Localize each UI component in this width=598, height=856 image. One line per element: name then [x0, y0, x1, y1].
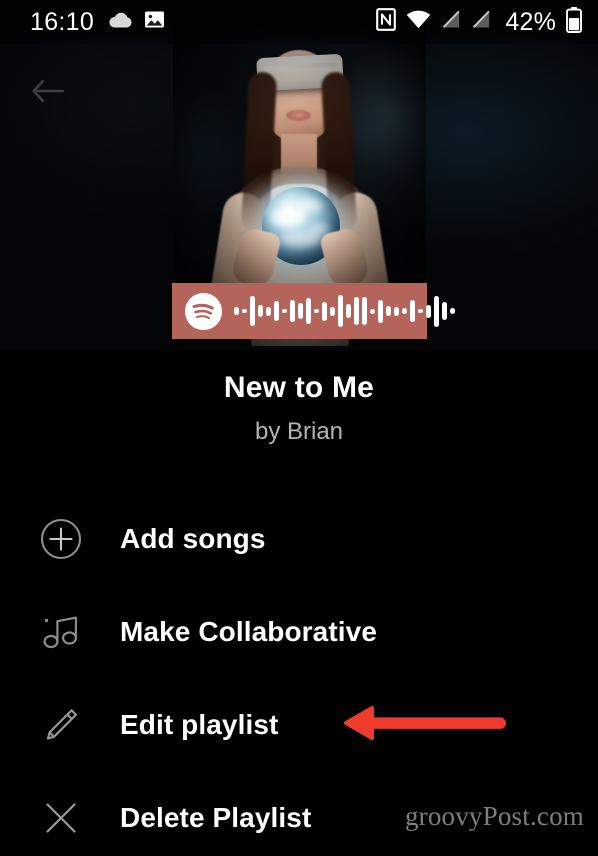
- wifi-icon: [406, 10, 431, 34]
- spotify-code-bar: [330, 306, 335, 316]
- spotify-code-bar: [426, 304, 431, 318]
- menu-item-label: Make Collaborative: [120, 615, 377, 647]
- spotify-code-bar: [290, 300, 295, 322]
- spotify-code-bar: [282, 309, 287, 313]
- menu-item-label: Delete Playlist: [120, 801, 312, 833]
- arrow-left-icon: [31, 78, 65, 109]
- spotify-code-bar: [322, 301, 327, 321]
- spotify-code-bar: [378, 299, 383, 323]
- spotify-code-bar: [258, 305, 263, 317]
- spotify-code-bar: [402, 308, 407, 314]
- playlist-header-hero: [0, 0, 598, 350]
- pencil-icon: [38, 702, 84, 748]
- spotify-code-bar: [234, 307, 239, 315]
- music-notes-icon: [38, 609, 84, 655]
- spotify-code-bar: [242, 309, 247, 313]
- playlist-title: New to Me: [223, 371, 375, 404]
- spotify-code-bar: [314, 309, 319, 313]
- spotify-code-bar: [450, 308, 455, 314]
- status-bar-notification-icons: [108, 9, 165, 35]
- back-button[interactable]: [22, 70, 74, 116]
- spotify-code-bar: [354, 297, 359, 325]
- spotify-logo-icon: [185, 292, 222, 330]
- spotify-code-bar: [298, 303, 303, 319]
- image-icon: [144, 9, 165, 35]
- phone-screen: 16:10 42% New to Me by Brian Add songs M…: [0, 0, 598, 856]
- spotify-code-bar: [266, 306, 271, 316]
- battery-icon: [566, 6, 582, 38]
- spotify-code-bar: [250, 296, 255, 326]
- menu-item-edit-playlist[interactable]: Edit playlist: [0, 678, 598, 771]
- spotify-code-bar: [394, 306, 399, 316]
- spotify-code-bar: [410, 300, 415, 322]
- spotify-code-bar: [338, 295, 343, 327]
- nfc-icon: [376, 8, 397, 36]
- plus-circle-icon: [38, 516, 84, 562]
- cloud-icon: [108, 11, 133, 34]
- menu-item-add-songs[interactable]: Add songs: [0, 492, 598, 585]
- sim1-no-service-icon: [441, 10, 461, 34]
- status-bar-clock: 16:10: [30, 7, 95, 36]
- spotify-code-bar: [442, 302, 447, 320]
- menu-item-make-collaborative[interactable]: Make Collaborative: [0, 585, 598, 678]
- spotify-code-bar: [418, 309, 423, 313]
- spotify-code-bar: [306, 298, 311, 324]
- spotify-code-bar: [362, 297, 367, 325]
- close-x-icon: [38, 795, 84, 841]
- battery-percentage-label: 42%: [505, 7, 556, 36]
- menu-item-label: Edit playlist: [120, 708, 279, 740]
- spotify-code-bar: [370, 308, 375, 314]
- spotify-code[interactable]: [172, 283, 455, 339]
- watermark: groovyPost.com: [404, 801, 584, 831]
- status-bar: 16:10 42%: [0, 0, 598, 44]
- spotify-code-bars: [234, 291, 455, 331]
- spotify-code-bar: [274, 301, 279, 321]
- spotify-code-bar: [386, 306, 391, 316]
- status-bar-system-icons: 42%: [376, 6, 582, 38]
- menu-item-label: Add songs: [120, 522, 266, 554]
- spotify-code-bar: [434, 295, 439, 327]
- spotify-code-bar: [346, 304, 351, 318]
- playlist-owner: by Brian: [254, 418, 344, 445]
- sim2-no-service-icon: [471, 10, 491, 34]
